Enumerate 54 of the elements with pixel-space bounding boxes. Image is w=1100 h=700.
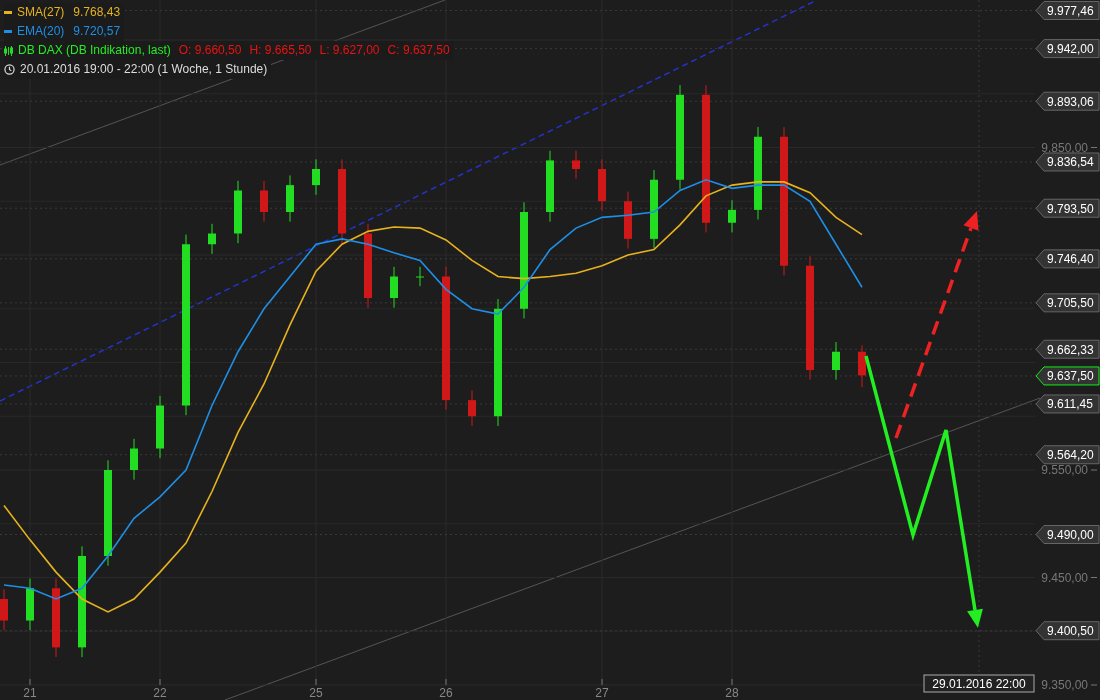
axis-tick-label: 9.450,00 xyxy=(1041,570,1088,585)
candlestick xyxy=(208,223,216,255)
candlestick xyxy=(0,588,8,631)
candlestick xyxy=(598,158,606,212)
candlestick xyxy=(130,438,138,481)
price-tag: 9.490,00 xyxy=(1035,525,1100,544)
legend-value: 9.720,57 xyxy=(73,23,121,40)
price-tag: 9.836,54 xyxy=(1035,152,1100,172)
price-tag: 9.746,40 xyxy=(1035,249,1100,269)
legend-value: 9.768,43 xyxy=(73,4,121,21)
price-tag: 9.942,00 xyxy=(1035,39,1100,59)
candlestick xyxy=(234,180,242,244)
candlestick xyxy=(832,341,840,381)
price-tag: 9.705,50 xyxy=(1035,293,1100,313)
price-tag: 9.637,50 xyxy=(1035,366,1100,386)
ohlc-value: L: 9.627,00 xyxy=(319,42,380,59)
candlestick xyxy=(260,180,268,223)
axis-tick-label: 25 xyxy=(309,686,323,700)
axis-tick-label: 22 xyxy=(153,686,167,700)
candlestick xyxy=(390,266,398,309)
price-tag: 9.611,45 xyxy=(1035,394,1100,414)
ohlc-value: H: 9.665,50 xyxy=(249,42,312,59)
legend-label: EMA(20) xyxy=(17,23,65,40)
candlestick-icon xyxy=(4,45,13,56)
clock-icon xyxy=(4,64,15,75)
candlestick xyxy=(728,199,736,233)
price-tag: 9.564,20 xyxy=(1035,445,1100,465)
axis-tick-label: 9.350,00 xyxy=(1041,678,1088,692)
candlestick xyxy=(468,389,476,427)
axis-tick-label: 21 xyxy=(23,686,37,700)
price-tag: 9.400,50 xyxy=(1035,621,1100,641)
date-tag: 29.01.2016 22:00 xyxy=(923,674,1035,693)
candlestick xyxy=(26,578,34,631)
axis-tick-label: 26 xyxy=(439,686,453,700)
axis-tick-label: 27 xyxy=(595,686,609,700)
price-tag: 9.977,46 xyxy=(1035,1,1100,20)
price-tag: 9.662,33 xyxy=(1035,339,1100,359)
candlestick xyxy=(312,158,320,196)
candlestick xyxy=(624,191,632,250)
price-tag: 9.793,50 xyxy=(1035,198,1100,218)
ohlc-value: C: 9.637,50 xyxy=(387,42,450,59)
candlestick xyxy=(572,150,580,180)
candlestick xyxy=(416,266,424,287)
period-text: 20.01.2016 19:00 - 22:00 (1 Woche, 1 Stunde) xyxy=(20,61,268,78)
candlestick xyxy=(858,344,866,388)
axis-tick-label: 9.850,00 xyxy=(1041,140,1088,155)
price-tag: 9.893,06 xyxy=(1035,91,1100,111)
ohlc-value: O: 9.660,50 xyxy=(178,42,242,59)
candlestick xyxy=(286,174,294,223)
axis-tick-label: 9.550,00 xyxy=(1041,463,1088,477)
legend-label: SMA(27) xyxy=(17,4,65,21)
candlestick xyxy=(156,395,164,459)
axis-tick-label: 28 xyxy=(725,686,739,700)
instrument-name: DB DAX (DB Indikation, last) xyxy=(18,42,171,59)
